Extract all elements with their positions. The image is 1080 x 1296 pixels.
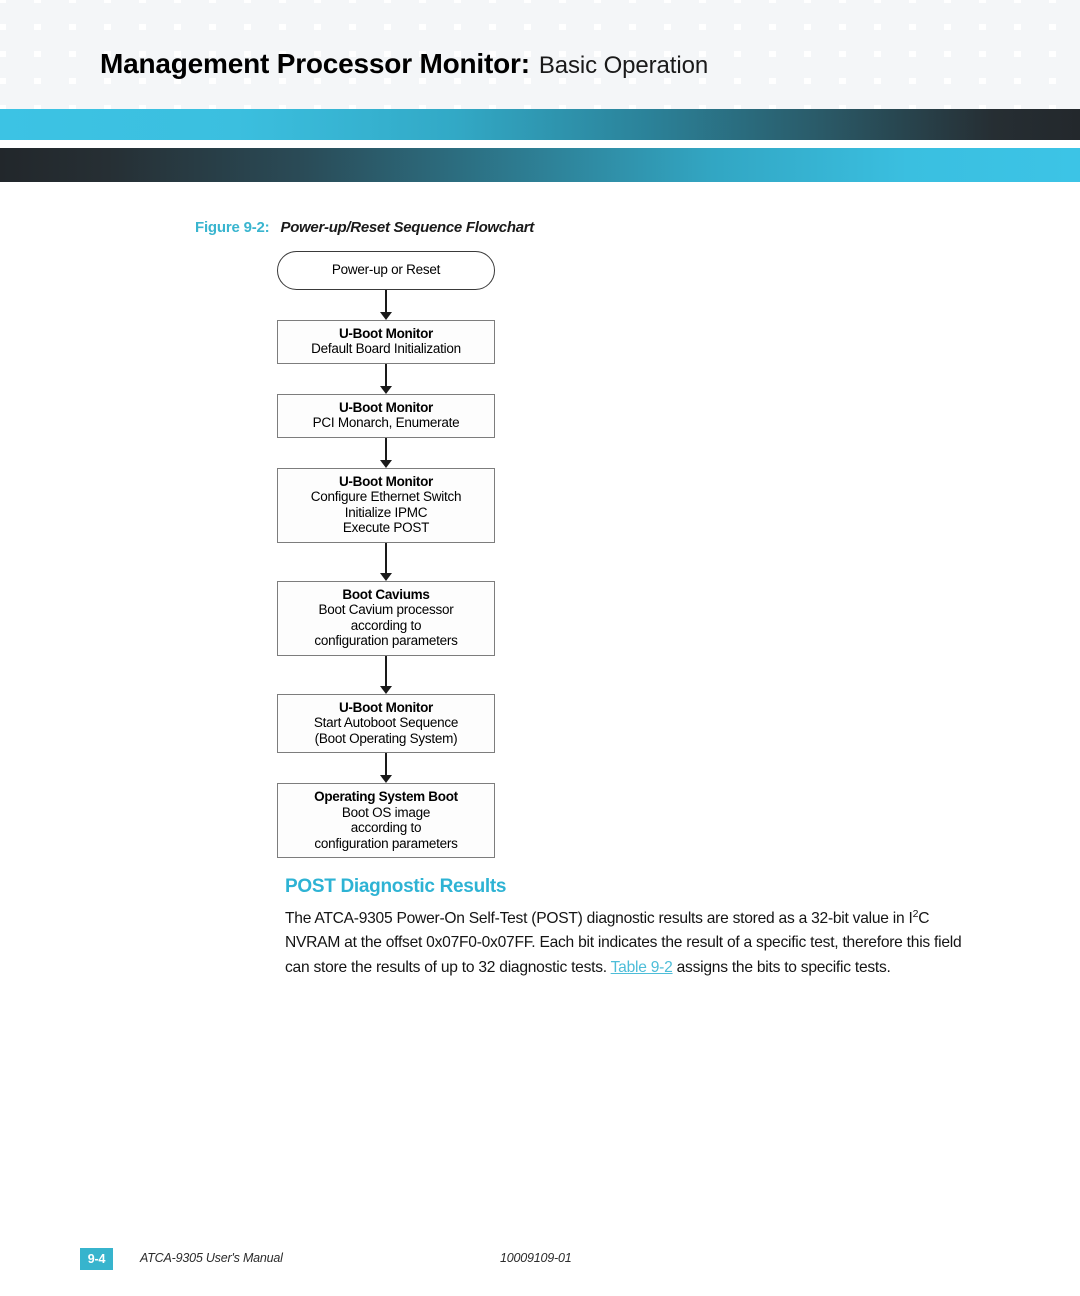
flowchart-node-title: U-Boot Monitor — [338, 399, 434, 415]
flowchart-node-line: Execute POST — [342, 520, 430, 535]
flowchart-node-line: PCI Monarch, Enumerate — [312, 415, 460, 430]
footer-manual-name: ATCA-9305 User's Manual — [140, 1251, 283, 1265]
page-header: Management Processor Monitor: Basic Opera… — [0, 0, 1080, 109]
flowchart-arrow-2 — [277, 363, 495, 394]
page-footer: 9-4 ATCA-9305 User's Manual 10009109-01 — [0, 1248, 1080, 1278]
flowchart-node-line: configuration parameters — [314, 835, 458, 851]
flowchart-node-operating-system-boot: Operating System Boot Boot OS image acco… — [277, 783, 495, 858]
section-post-diagnostic-results: POST Diagnostic Results The ATCA-9305 Po… — [285, 876, 985, 980]
flowchart-node-line: Start Autoboot Sequence — [313, 715, 459, 730]
flowchart-arrow-4 — [277, 542, 495, 581]
figure-label: Figure 9-2: — [195, 219, 270, 236]
flowchart-node-title: U-Boot Monitor — [338, 473, 434, 489]
flowchart-arrow-6 — [277, 753, 495, 783]
section-paragraph: The ATCA-9305 Power-On Self-Test (POST) … — [285, 907, 985, 980]
flowchart-arrow-3 — [277, 437, 495, 468]
arrow-head-icon — [380, 311, 392, 320]
flowchart-node-line: Boot Cavium processor — [318, 602, 454, 617]
page-title: Management Processor Monitor: Basic Opera… — [100, 50, 708, 78]
flowchart-power-up-reset-sequence: Power-up or Reset U-Boot Monitor Default… — [277, 251, 497, 858]
paragraph-part-3: assigns the bits to specific tests. — [672, 958, 891, 976]
arrow-stem — [385, 289, 387, 314]
flowchart-arrow-5 — [277, 655, 495, 694]
arrow-stem — [385, 753, 387, 777]
flowchart-node-line: Configure Ethernet Switch — [310, 489, 462, 504]
flowchart-node-line: (Boot Operating System) — [314, 730, 458, 746]
arrow-head-icon — [380, 385, 392, 394]
flowchart-node-line: Initialize IPMC — [344, 504, 428, 520]
flowchart-node-default-board-initialization: U-Boot Monitor Default Board Initializat… — [277, 319, 495, 364]
figure-title: Power-up/Reset Sequence Flowchart — [280, 219, 534, 236]
flowchart-node-title: Boot Caviums — [342, 586, 430, 602]
flowchart-node-title: U-Boot Monitor — [338, 325, 434, 341]
flowchart-node-line: Power-up or Reset — [331, 262, 441, 277]
arrow-stem — [385, 542, 387, 575]
arrow-head-icon — [380, 572, 392, 581]
arrow-head-icon — [380, 775, 392, 783]
flowchart-node-pci-monarch-enumerate: U-Boot Monitor PCI Monarch, Enumerate — [277, 393, 495, 438]
flowchart-node-line: configuration parameters — [314, 633, 458, 648]
page-title-sub: Basic Operation — [538, 52, 709, 79]
cross-reference-table-9-2[interactable]: Table 9-2 — [611, 959, 673, 976]
arrow-head-icon — [380, 685, 392, 694]
header-gradient-bar-bottom — [0, 148, 1080, 182]
flowchart-node-title: U-Boot Monitor — [338, 699, 434, 715]
arrow-stem — [385, 437, 387, 462]
flowchart-node-line: Boot OS image — [341, 804, 431, 820]
footer-page-number: 9-4 — [80, 1248, 113, 1270]
flowchart-node-line: according to — [350, 820, 422, 835]
flowchart-node-line: according to — [350, 617, 422, 633]
figure-caption: Figure 9-2: Power-up/Reset Sequence Flowc… — [195, 220, 534, 236]
flowchart-node-boot-caviums: Boot Caviums Boot Cavium processor accor… — [277, 580, 495, 656]
arrow-head-icon — [380, 459, 392, 468]
flowchart-node-configure-ethernet-switch: U-Boot Monitor Configure Ethernet Switch… — [277, 467, 495, 543]
footer-part-number: 10009109-01 — [500, 1251, 572, 1265]
flowchart-node-line: Default Board Initialization — [311, 341, 461, 356]
section-heading: POST Diagnostic Results — [285, 876, 507, 897]
flowchart-node-power-up-or-reset: Power-up or Reset — [277, 251, 495, 290]
flowchart-node-title: Operating System Boot — [314, 789, 458, 804]
page-title-main: Management Processor Monitor: — [100, 48, 530, 79]
flowchart-arrow-1 — [277, 289, 495, 320]
flowchart-node-start-autoboot-sequence: U-Boot Monitor Start Autoboot Sequence (… — [277, 693, 495, 753]
header-gradient-bar-top — [0, 109, 1080, 140]
arrow-stem — [385, 363, 387, 388]
paragraph-part-1: The ATCA-9305 Power-On Self-Test (POST) … — [285, 909, 913, 927]
arrow-stem — [385, 655, 387, 688]
